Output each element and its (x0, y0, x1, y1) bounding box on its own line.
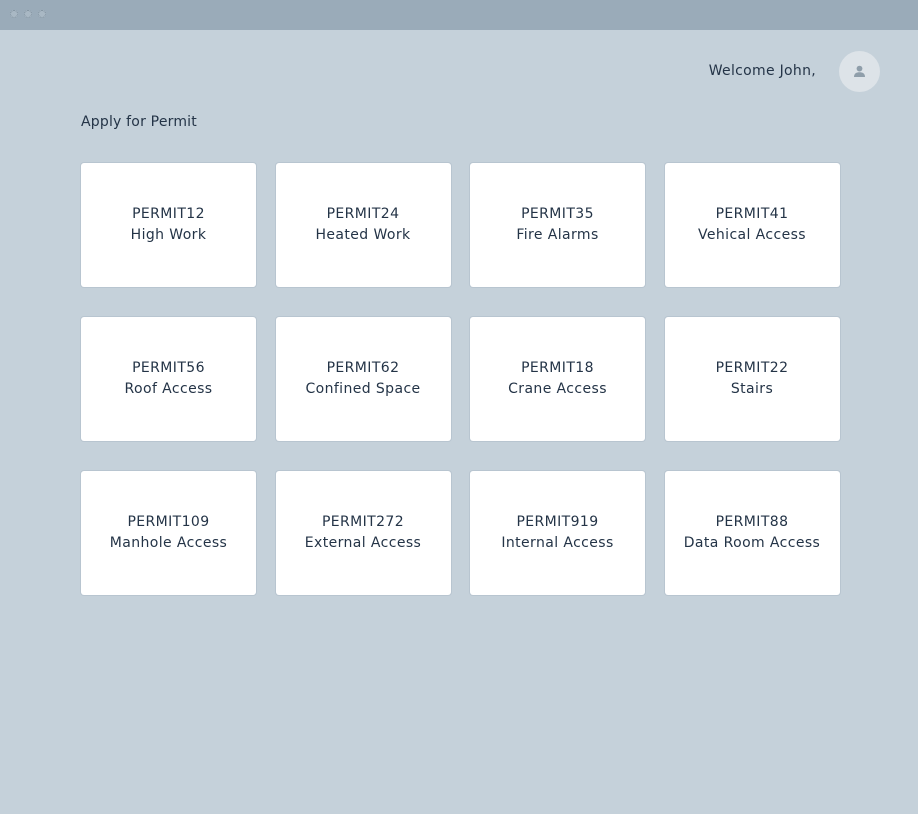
permit-code: PERMIT35 (521, 206, 594, 222)
user-avatar-button[interactable] (839, 51, 880, 92)
permit-code: PERMIT62 (326, 360, 400, 376)
permit-card-confined-space[interactable]: PERMIT62 Confined Space (275, 317, 451, 441)
permit-card-stairs[interactable]: PERMIT22 Stairs (664, 317, 840, 441)
permit-code: PERMIT24 (326, 206, 400, 222)
window-maximize-button[interactable] (38, 10, 46, 18)
permit-card-vehical-access[interactable]: PERMIT41 Vehical Access (664, 163, 840, 287)
permit-code: PERMIT56 (132, 360, 205, 376)
permit-card-fire-alarms[interactable]: PERMIT35 Fire Alarms (470, 163, 645, 287)
page-title: Apply for Permit (81, 114, 197, 130)
permit-name: Data Room Access (683, 535, 821, 551)
permit-name: High Work (130, 227, 207, 243)
permit-code: PERMIT18 (521, 360, 594, 376)
window-close-button[interactable] (10, 10, 18, 18)
window-titlebar (0, 0, 918, 30)
permit-card-data-room-access[interactable]: PERMIT88 Data Room Access (664, 471, 840, 595)
permit-card-high-work[interactable]: PERMIT12 High Work (81, 163, 256, 287)
permit-grid: PERMIT12 High Work PERMIT24 Heated Work … (81, 163, 840, 595)
permit-code: PERMIT272 (321, 514, 405, 530)
permit-card-internal-access[interactable]: PERMIT919 Internal Access (470, 471, 645, 595)
permit-code: PERMIT41 (715, 206, 789, 222)
permit-code: PERMIT919 (516, 514, 599, 530)
permit-name: Fire Alarms (516, 227, 599, 243)
permit-name: Vehical Access (697, 227, 806, 243)
permit-card-roof-access[interactable]: PERMIT56 Roof Access (81, 317, 256, 441)
permit-card-crane-access[interactable]: PERMIT18 Crane Access (470, 317, 645, 441)
permit-name: Manhole Access (109, 535, 228, 551)
permit-name: External Access (304, 535, 422, 551)
permit-code: PERMIT12 (132, 206, 205, 222)
permit-code: PERMIT109 (127, 514, 210, 530)
permit-code: PERMIT22 (715, 360, 789, 376)
permit-name: Confined Space (305, 381, 421, 397)
window-minimize-button[interactable] (24, 10, 32, 18)
welcome-text: Welcome John, (708, 63, 816, 79)
permit-card-manhole-access[interactable]: PERMIT109 Manhole Access (81, 471, 256, 595)
permit-name: Heated Work (315, 227, 411, 243)
permit-code: PERMIT88 (715, 514, 789, 530)
user-icon (854, 65, 865, 77)
permit-name: Internal Access (501, 535, 614, 551)
permit-card-heated-work[interactable]: PERMIT24 Heated Work (275, 163, 451, 287)
permit-name: Stairs (730, 381, 774, 397)
permit-name: Crane Access (508, 381, 607, 397)
permit-name: Roof Access (124, 381, 213, 397)
permit-card-external-access[interactable]: PERMIT272 External Access (275, 471, 451, 595)
